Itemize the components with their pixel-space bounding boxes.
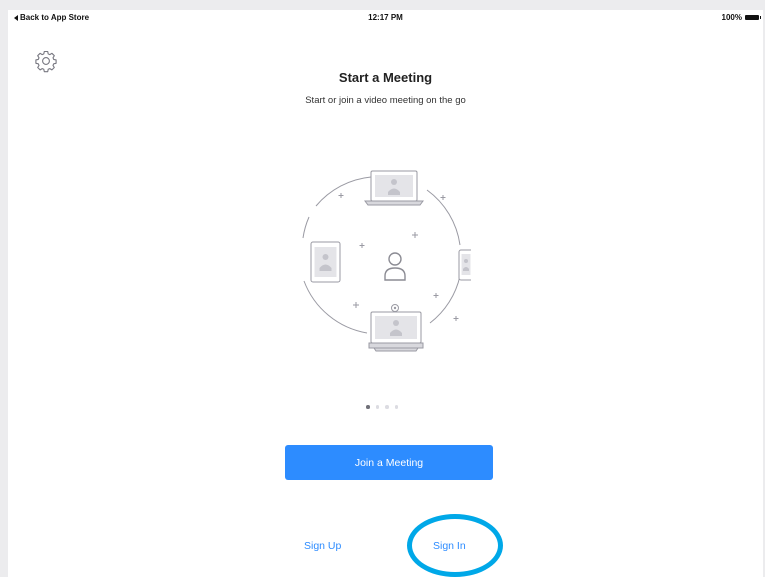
sparkle-icons <box>338 193 459 321</box>
person-icon <box>384 252 406 281</box>
tablet-icon <box>310 241 341 283</box>
battery-indicator: 100% <box>721 13 761 22</box>
phone-icon <box>458 249 474 281</box>
status-bar: Back to App Store 12:17 PM 100% <box>8 10 763 26</box>
laptop-icon <box>364 170 424 206</box>
join-meeting-label: Join a Meeting <box>354 456 424 469</box>
status-time: 12:17 PM <box>368 13 403 22</box>
app-screen: Back to App Store 12:17 PM 100% Start a … <box>8 10 763 577</box>
battery-percent: 100% <box>721 13 742 22</box>
page-dot[interactable] <box>375 405 379 409</box>
page-dot[interactable] <box>394 405 398 409</box>
page-indicator <box>366 405 398 409</box>
devices-circle-illustration <box>302 170 474 352</box>
devices-illustration <box>289 165 474 355</box>
battery-icon <box>745 15 761 20</box>
room-system-icon <box>368 304 424 352</box>
page-subtitle: Start or join a video meeting on the go <box>305 95 466 106</box>
join-meeting-button[interactable]: Join a Meeting <box>285 445 493 480</box>
sign-up-link[interactable]: Sign Up <box>304 540 341 552</box>
sign-in-link[interactable]: Sign In <box>433 540 466 552</box>
page-title: Start a Meeting <box>338 70 433 85</box>
page-dot-active[interactable] <box>366 405 370 409</box>
page-dot[interactable] <box>385 405 389 409</box>
